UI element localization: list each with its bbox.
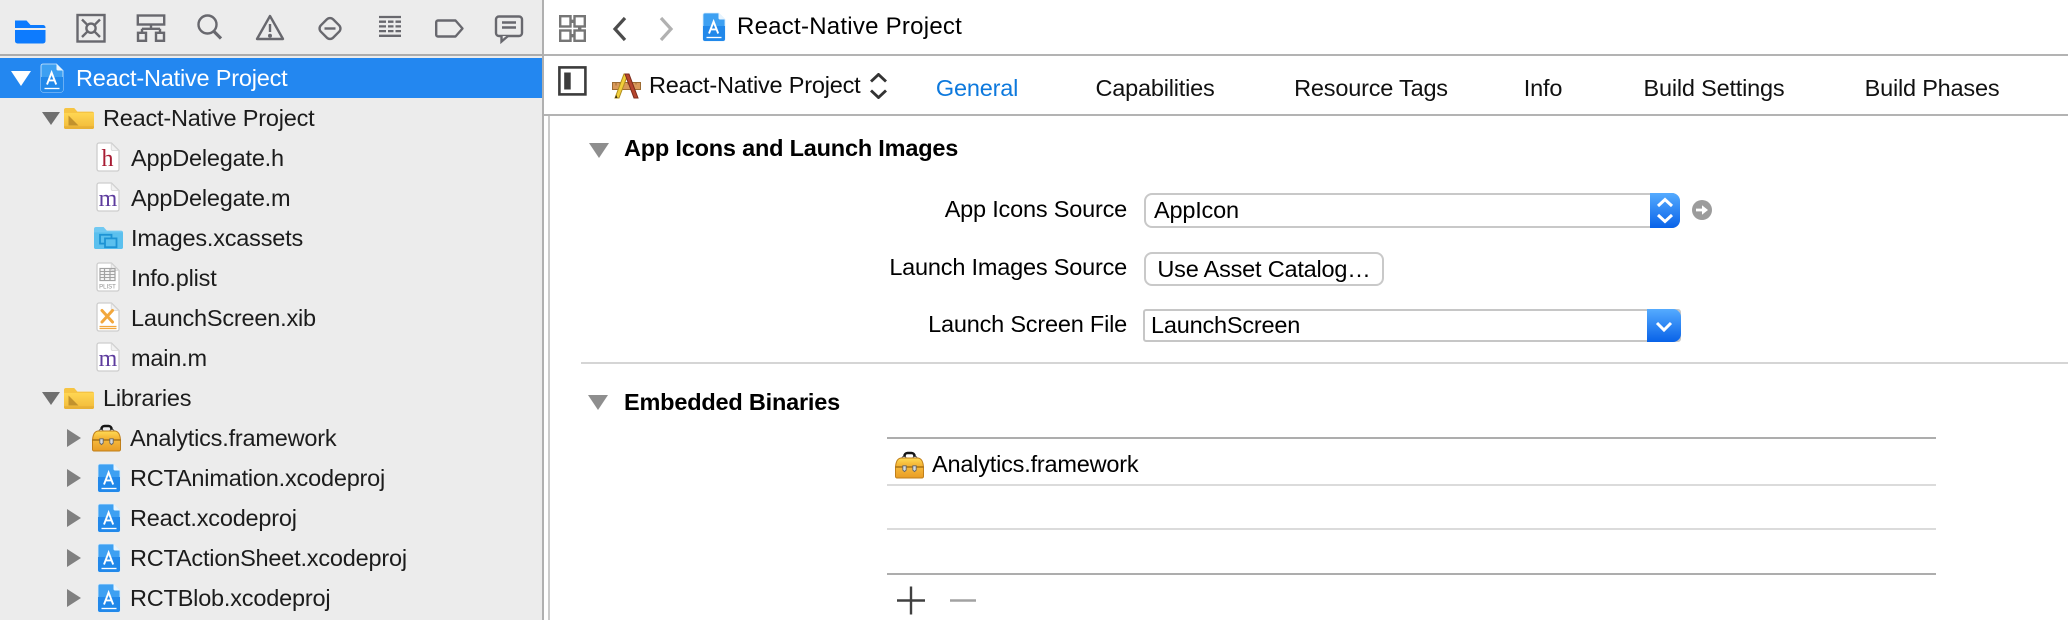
svg-text:m: m bbox=[99, 346, 118, 372]
svg-text:m: m bbox=[99, 186, 118, 212]
svg-text:PLIST: PLIST bbox=[99, 285, 116, 291]
svg-text:h: h bbox=[102, 146, 114, 172]
